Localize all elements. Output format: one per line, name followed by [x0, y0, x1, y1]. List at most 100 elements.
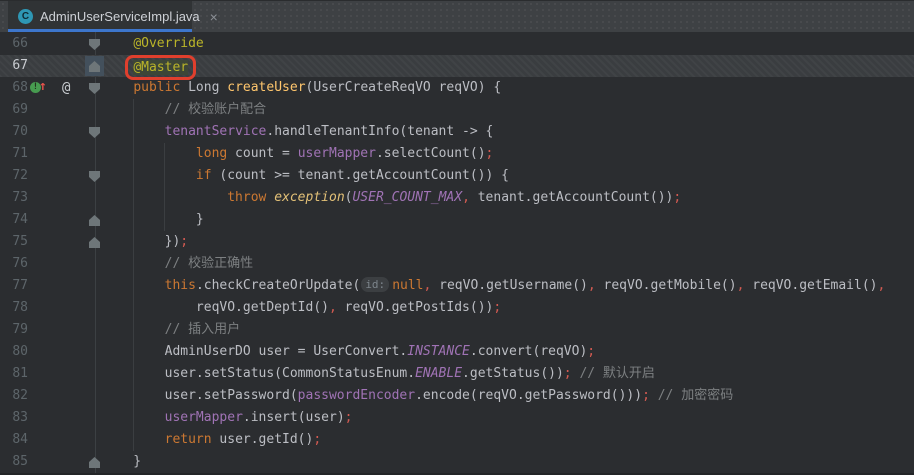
code-token: reqVO.getPostIds()): [337, 300, 494, 315]
code-text[interactable]: user.setPassword(passwordEncoder.encode(…: [102, 385, 733, 407]
fold-region-start-icon[interactable]: [89, 127, 100, 138]
code-token: .encode(reqVO.getPassword())): [415, 388, 642, 403]
editor-tab-bar: C AdminUserServiceImpl.java ×: [0, 0, 914, 32]
code-text[interactable]: userMapper.insert(user);: [102, 407, 352, 429]
code-token: // 加密密码: [658, 388, 733, 403]
editor-gutter: 79: [0, 319, 102, 341]
code-text[interactable]: AdminUserDO user = UserConvert.INSTANCE.…: [102, 341, 595, 363]
master-annotation-token: @Master: [133, 60, 188, 75]
code-token: // 校验账户配合: [165, 102, 266, 117]
code-token: .getStatus()): [462, 366, 564, 381]
code-token: AdminUserDO user = UserConvert.: [102, 344, 407, 359]
code-token: INSTANCE: [407, 344, 470, 359]
editor-gutter: 78: [0, 297, 102, 319]
code-token: exception: [274, 190, 344, 205]
code-text[interactable]: return user.getId();: [102, 429, 321, 451]
java-class-icon: C: [18, 9, 33, 24]
code-line[interactable]: 68!↑@ public Long createUser(UserCreateR…: [0, 77, 914, 99]
code-token: [102, 410, 165, 425]
line-number: 85: [0, 451, 28, 473]
fold-region-end-icon[interactable]: [89, 457, 100, 468]
code-line[interactable]: 74 }: [0, 209, 914, 231]
code-line[interactable]: 81 user.setStatus(CommonStatusEnum.ENABL…: [0, 363, 914, 385]
code-token: public: [133, 80, 180, 95]
code-text[interactable]: if (count >= tenant.getAccountCount()) {: [102, 165, 509, 187]
editor-gutter: 73: [0, 187, 102, 209]
tab-adminuserserviceimpl[interactable]: C AdminUserServiceImpl.java ×: [8, 1, 192, 32]
code-line[interactable]: 66 @Override: [0, 33, 914, 55]
code-text[interactable]: }: [102, 451, 141, 473]
line-number: 79: [0, 319, 28, 341]
code-line[interactable]: 72 if (count >= tenant.getAccountCount()…: [0, 165, 914, 187]
code-token: [102, 322, 165, 337]
fold-region-start-icon[interactable]: [89, 83, 100, 94]
editor-gutter: 66: [0, 33, 102, 55]
code-line[interactable]: 76 // 校验正确性: [0, 253, 914, 275]
line-number: 78: [0, 297, 28, 319]
code-text[interactable]: // 校验正确性: [102, 253, 253, 275]
code-line[interactable]: 67 @Master: [0, 55, 914, 77]
code-line[interactable]: 69 // 校验账户配合: [0, 99, 914, 121]
code-token: reqVO.getDeptId(): [102, 300, 329, 315]
code-token: (UserCreateReqVO reqVO) {: [306, 80, 502, 95]
code-line[interactable]: 84 return user.getId();: [0, 429, 914, 451]
code-text[interactable]: tenantService.handleTenantInfo(tenant ->…: [102, 121, 493, 143]
fold-region-end-icon[interactable]: [89, 237, 100, 248]
tab-close-icon[interactable]: ×: [210, 10, 218, 24]
code-text[interactable]: long count = userMapper.selectCount();: [102, 143, 493, 165]
code-text[interactable]: }: [102, 209, 204, 231]
code-line[interactable]: 71 long count = userMapper.selectCount()…: [0, 143, 914, 165]
code-token: [102, 432, 165, 447]
code-token: createUser: [227, 80, 305, 95]
fold-region-start-icon[interactable]: [89, 171, 100, 182]
line-number: 74: [0, 209, 28, 231]
code-token: [650, 388, 658, 403]
editor-gutter: 83: [0, 407, 102, 429]
code-token: reqVO.getEmail(): [744, 278, 877, 293]
code-token: ;: [564, 366, 572, 381]
fold-region-end-icon[interactable]: [89, 215, 100, 226]
code-token: [102, 80, 133, 95]
code-token: userMapper: [298, 146, 376, 161]
code-line[interactable]: 83 userMapper.insert(user);: [0, 407, 914, 429]
code-text[interactable]: // 插入用户: [102, 319, 240, 341]
code-text[interactable]: // 校验账户配合: [102, 99, 266, 121]
code-text[interactable]: throw exception(USER_COUNT_MAX, tenant.g…: [102, 187, 681, 209]
code-text[interactable]: this.checkCreateOrUpdate(id:null, reqVO.…: [102, 275, 885, 297]
override-up-arrow-icon[interactable]: ↑: [39, 79, 47, 95]
code-line[interactable]: 73 throw exception(USER_COUNT_MAX, tenan…: [0, 187, 914, 209]
code-token: .handleTenantInfo(tenant -> {: [266, 124, 493, 139]
code-line[interactable]: 80 AdminUserDO user = UserConvert.INSTAN…: [0, 341, 914, 363]
tab-label: AdminUserServiceImpl.java: [40, 9, 200, 24]
fold-region-start-icon[interactable]: [89, 39, 100, 50]
code-line[interactable]: 79 // 插入用户: [0, 319, 914, 341]
code-token: ,: [462, 190, 470, 205]
code-token: [102, 256, 165, 271]
code-token: count =: [227, 146, 297, 161]
code-line[interactable]: 70 tenantService.handleTenantInfo(tenant…: [0, 121, 914, 143]
code-token: ;: [587, 344, 595, 359]
code-token: @Override: [133, 36, 203, 51]
code-line[interactable]: 82 user.setPassword(passwordEncoder.enco…: [0, 385, 914, 407]
code-text[interactable]: @Master: [102, 55, 196, 77]
code-text[interactable]: reqVO.getDeptId(), reqVO.getPostIds());: [102, 297, 501, 319]
line-number: 73: [0, 187, 28, 209]
code-token: tenantService: [165, 124, 267, 139]
code-token: ;: [493, 300, 501, 315]
code-line[interactable]: 85 }: [0, 451, 914, 473]
code-line[interactable]: 78 reqVO.getDeptId(), reqVO.getPostIds()…: [0, 297, 914, 319]
editor-gutter: 80: [0, 341, 102, 363]
code-line[interactable]: 75 });: [0, 231, 914, 253]
code-text[interactable]: user.setStatus(CommonStatusEnum.ENABLE.g…: [102, 363, 655, 385]
code-line[interactable]: 77 this.checkCreateOrUpdate(id:null, req…: [0, 275, 914, 297]
code-text[interactable]: @Override: [102, 33, 204, 55]
annotation-gutter-icon[interactable]: @: [62, 77, 70, 99]
code-editor[interactable]: 66 @Override67 @Master68!↑@ public Long …: [0, 32, 914, 473]
code-token: }: [102, 212, 204, 227]
code-text[interactable]: });: [102, 231, 188, 253]
code-token: ;: [642, 388, 650, 403]
editor-gutter: 77: [0, 275, 102, 297]
code-token: [102, 168, 196, 183]
code-text[interactable]: public Long createUser(UserCreateReqVO r…: [102, 77, 501, 99]
code-token: passwordEncoder: [298, 388, 415, 403]
